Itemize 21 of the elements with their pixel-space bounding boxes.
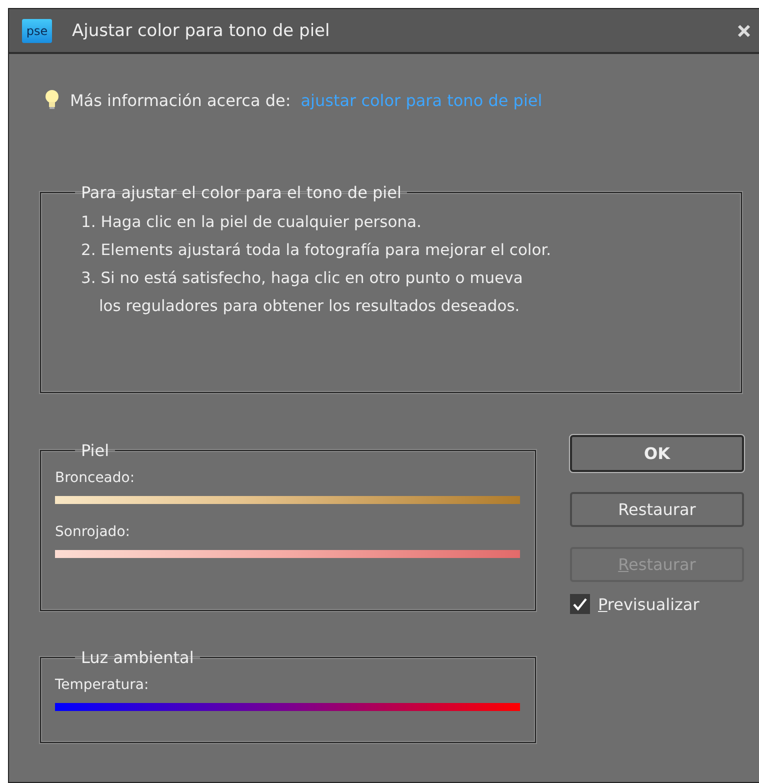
slider-label: Bronceado:	[55, 470, 136, 486]
group-title: Luz ambiental	[80, 648, 195, 667]
lightbulb-icon	[44, 89, 60, 111]
restore-button[interactable]: Restaurar	[570, 492, 744, 527]
preview-checkbox[interactable]	[570, 594, 590, 614]
group-title: Piel	[80, 441, 110, 460]
ok-button[interactable]: OK	[570, 435, 744, 472]
slider-track[interactable]	[55, 550, 520, 558]
app-logo: pse	[22, 18, 52, 42]
group-title: Para ajustar el color para el tono de piel	[80, 183, 402, 202]
checkbox-label[interactable]: Previsualizar	[598, 594, 700, 614]
slider-label: Sonrojado:	[55, 524, 131, 540]
slider-label: Temperatura:	[55, 677, 150, 693]
slider-track[interactable]	[55, 496, 520, 504]
close-button[interactable]	[737, 24, 751, 38]
instruction-step: 2. Elements ajustará toda la fotografía para mejorar el color.	[81, 236, 727, 264]
instruction-step: 1. Haga clic en la piel de cualquier persona.	[81, 208, 727, 236]
slider-track[interactable]	[55, 703, 520, 711]
instruction-step: 3. Si no está satisfecho, haga clic en otro punto o mueva los reguladores para obtener los resultados deseados.	[81, 264, 727, 320]
info-text: Más información acerca de:	[70, 90, 291, 110]
window-title: Ajustar color para tono de piel	[72, 20, 331, 40]
